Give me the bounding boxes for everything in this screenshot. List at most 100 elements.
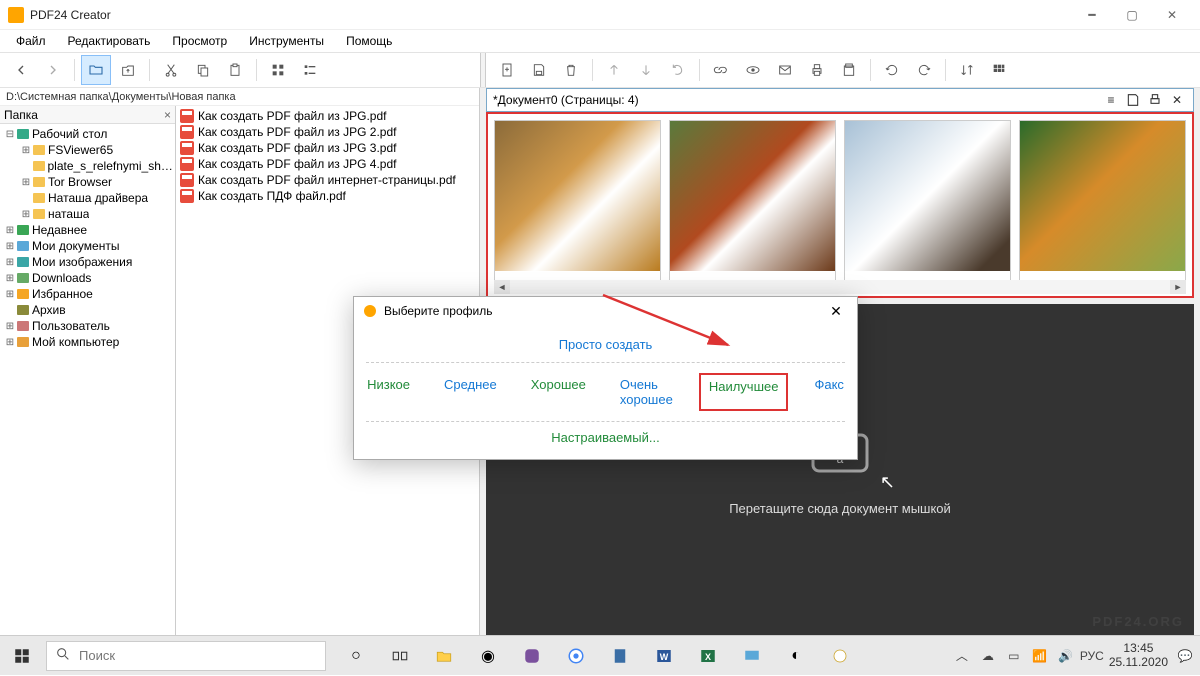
dialog-close-button[interactable]: ✕ xyxy=(823,300,849,322)
move-up-button[interactable] xyxy=(599,55,629,85)
expand-icon[interactable]: ⊞ xyxy=(4,337,16,348)
preview-button[interactable] xyxy=(738,55,768,85)
tree-node[interactable]: ⊞Tor Browser xyxy=(0,174,175,190)
expand-icon[interactable]: ⊞ xyxy=(4,321,16,332)
tree-node[interactable]: ⊞Пользователь xyxy=(0,318,175,334)
move-down-button[interactable] xyxy=(631,55,661,85)
tree-node[interactable]: plate_s_relefnymi_shvar xyxy=(0,158,175,174)
page-thumb-3[interactable] xyxy=(844,120,1011,290)
tree-node[interactable]: ⊞наташа xyxy=(0,206,175,222)
maximize-button[interactable]: ▢ xyxy=(1112,1,1152,29)
copy-button[interactable] xyxy=(188,55,218,85)
close-button[interactable]: ✕ xyxy=(1152,1,1192,29)
undo-button[interactable] xyxy=(663,55,693,85)
up-folder-button[interactable] xyxy=(113,55,143,85)
quality-low[interactable]: Низкое xyxy=(359,373,418,411)
taskbar-search[interactable]: Поиск xyxy=(46,641,326,671)
quality-very-good[interactable]: Очень хорошее xyxy=(612,373,681,411)
scroll-right-icon[interactable]: ► xyxy=(1170,280,1186,294)
expand-icon[interactable]: ⊞ xyxy=(4,273,16,284)
tree-close-icon[interactable]: × xyxy=(164,108,171,122)
menu-file[interactable]: Файл xyxy=(6,32,56,50)
path-bar[interactable]: D:\Системная папка\Документы\Новая папка xyxy=(0,88,479,106)
start-button[interactable] xyxy=(0,636,44,676)
expand-icon[interactable]: ⊞ xyxy=(4,225,16,236)
create-link[interactable]: Просто создать xyxy=(366,333,845,362)
menu-tools[interactable]: Инструменты xyxy=(239,32,334,50)
tree-node[interactable]: ⊞Мой компьютер xyxy=(0,334,175,350)
tray-clock[interactable]: 13:45 25.11.2020 xyxy=(1109,642,1168,668)
chrome-icon[interactable] xyxy=(556,636,596,676)
quality-good[interactable]: Хорошее xyxy=(523,373,594,411)
tray-lang[interactable]: РУС xyxy=(1083,649,1101,663)
page-thumb-1[interactable] xyxy=(494,120,661,290)
grid-button[interactable] xyxy=(984,55,1014,85)
menu-view[interactable]: Просмотр xyxy=(162,32,237,50)
paste-button[interactable] xyxy=(220,55,250,85)
list-view-button[interactable] xyxy=(295,55,325,85)
cut-button[interactable] xyxy=(156,55,186,85)
doc-save-icon[interactable] xyxy=(1123,90,1143,110)
menu-edit[interactable]: Редактировать xyxy=(58,32,161,50)
calculator-icon[interactable] xyxy=(600,636,640,676)
minimize-button[interactable]: ━ xyxy=(1072,1,1112,29)
quality-mid[interactable]: Среднее xyxy=(436,373,505,411)
print-button[interactable] xyxy=(802,55,832,85)
rotate-left-button[interactable] xyxy=(877,55,907,85)
link-button[interactable] xyxy=(706,55,736,85)
file-list[interactable]: Как создать PDF файл из JPG.pdfКак созда… xyxy=(176,106,479,206)
expand-icon[interactable]: ⊞ xyxy=(4,241,16,252)
tree-node[interactable]: Наташа драйвера xyxy=(0,190,175,206)
expand-icon[interactable]: ⊞ xyxy=(4,289,16,300)
tray-notifications-icon[interactable]: 💬 xyxy=(1176,649,1194,663)
explorer-icon[interactable] xyxy=(424,636,464,676)
app-icon-2[interactable] xyxy=(732,636,772,676)
tree-node[interactable]: ⊞Мои изображения xyxy=(0,254,175,270)
menu-help[interactable]: Помощь xyxy=(336,32,402,50)
folder-tree[interactable]: ⊟Рабочий стол⊞FSViewer65plate_s_relefnym… xyxy=(0,124,175,352)
tree-node[interactable]: ⊞Недавнее xyxy=(0,222,175,238)
file-item[interactable]: Как создать ПДФ файл.pdf xyxy=(176,188,479,204)
sort-button[interactable] xyxy=(952,55,982,85)
expand-icon[interactable]: ⊟ xyxy=(4,129,16,140)
forward-button[interactable] xyxy=(38,55,68,85)
delete-button[interactable] xyxy=(556,55,586,85)
cortana-icon[interactable]: ○ xyxy=(336,636,376,676)
app-icon-3[interactable]: ◐ xyxy=(776,636,816,676)
scroll-left-icon[interactable]: ◄ xyxy=(494,280,510,294)
tray-chevron-icon[interactable]: ︿ xyxy=(953,647,971,664)
expand-icon[interactable]: ⊞ xyxy=(20,145,32,156)
expand-icon[interactable]: ⊞ xyxy=(4,257,16,268)
tray-volume-icon[interactable]: 🔊 xyxy=(1057,649,1075,663)
file-item[interactable]: Как создать PDF файл из JPG 2.pdf xyxy=(176,124,479,140)
taskview-icon[interactable] xyxy=(380,636,420,676)
back-button[interactable] xyxy=(6,55,36,85)
rotate-right-button[interactable] xyxy=(909,55,939,85)
dialog-titlebar[interactable]: Выберите профиль ✕ xyxy=(354,297,857,325)
page-thumb-2[interactable] xyxy=(669,120,836,290)
new-doc-button[interactable] xyxy=(492,55,522,85)
file-item[interactable]: Как создать PDF файл из JPG 4.pdf xyxy=(176,156,479,172)
file-item[interactable]: Как создать PDF файл интернет-страницы.p… xyxy=(176,172,479,188)
tray-wifi-icon[interactable]: 📶 xyxy=(1031,649,1049,663)
pdf24-taskbar-icon[interactable] xyxy=(820,636,860,676)
open-folder-button[interactable] xyxy=(81,55,111,85)
tree-node[interactable]: ⊞FSViewer65 xyxy=(0,142,175,158)
fax-button[interactable] xyxy=(834,55,864,85)
expand-icon[interactable]: ⊞ xyxy=(20,177,32,188)
doc-close-icon[interactable]: ✕ xyxy=(1167,90,1187,110)
save-button[interactable] xyxy=(524,55,554,85)
app-icon-1[interactable]: ◉ xyxy=(468,636,508,676)
page-thumb-4[interactable] xyxy=(1019,120,1186,290)
thumbnails-view-button[interactable] xyxy=(263,55,293,85)
quality-fax[interactable]: Факс xyxy=(806,373,851,411)
custom-link[interactable]: Настраиваемый... xyxy=(366,422,845,447)
email-button[interactable] xyxy=(770,55,800,85)
tree-node[interactable]: ⊞Избранное xyxy=(0,286,175,302)
tree-node[interactable]: ⊞Downloads xyxy=(0,270,175,286)
doc-print-icon[interactable] xyxy=(1145,90,1165,110)
viber-icon[interactable] xyxy=(512,636,552,676)
word-icon[interactable]: W xyxy=(644,636,684,676)
doc-menu-icon[interactable]: ≡ xyxy=(1101,90,1121,110)
tray-cloud-icon[interactable]: ☁ xyxy=(979,649,997,663)
